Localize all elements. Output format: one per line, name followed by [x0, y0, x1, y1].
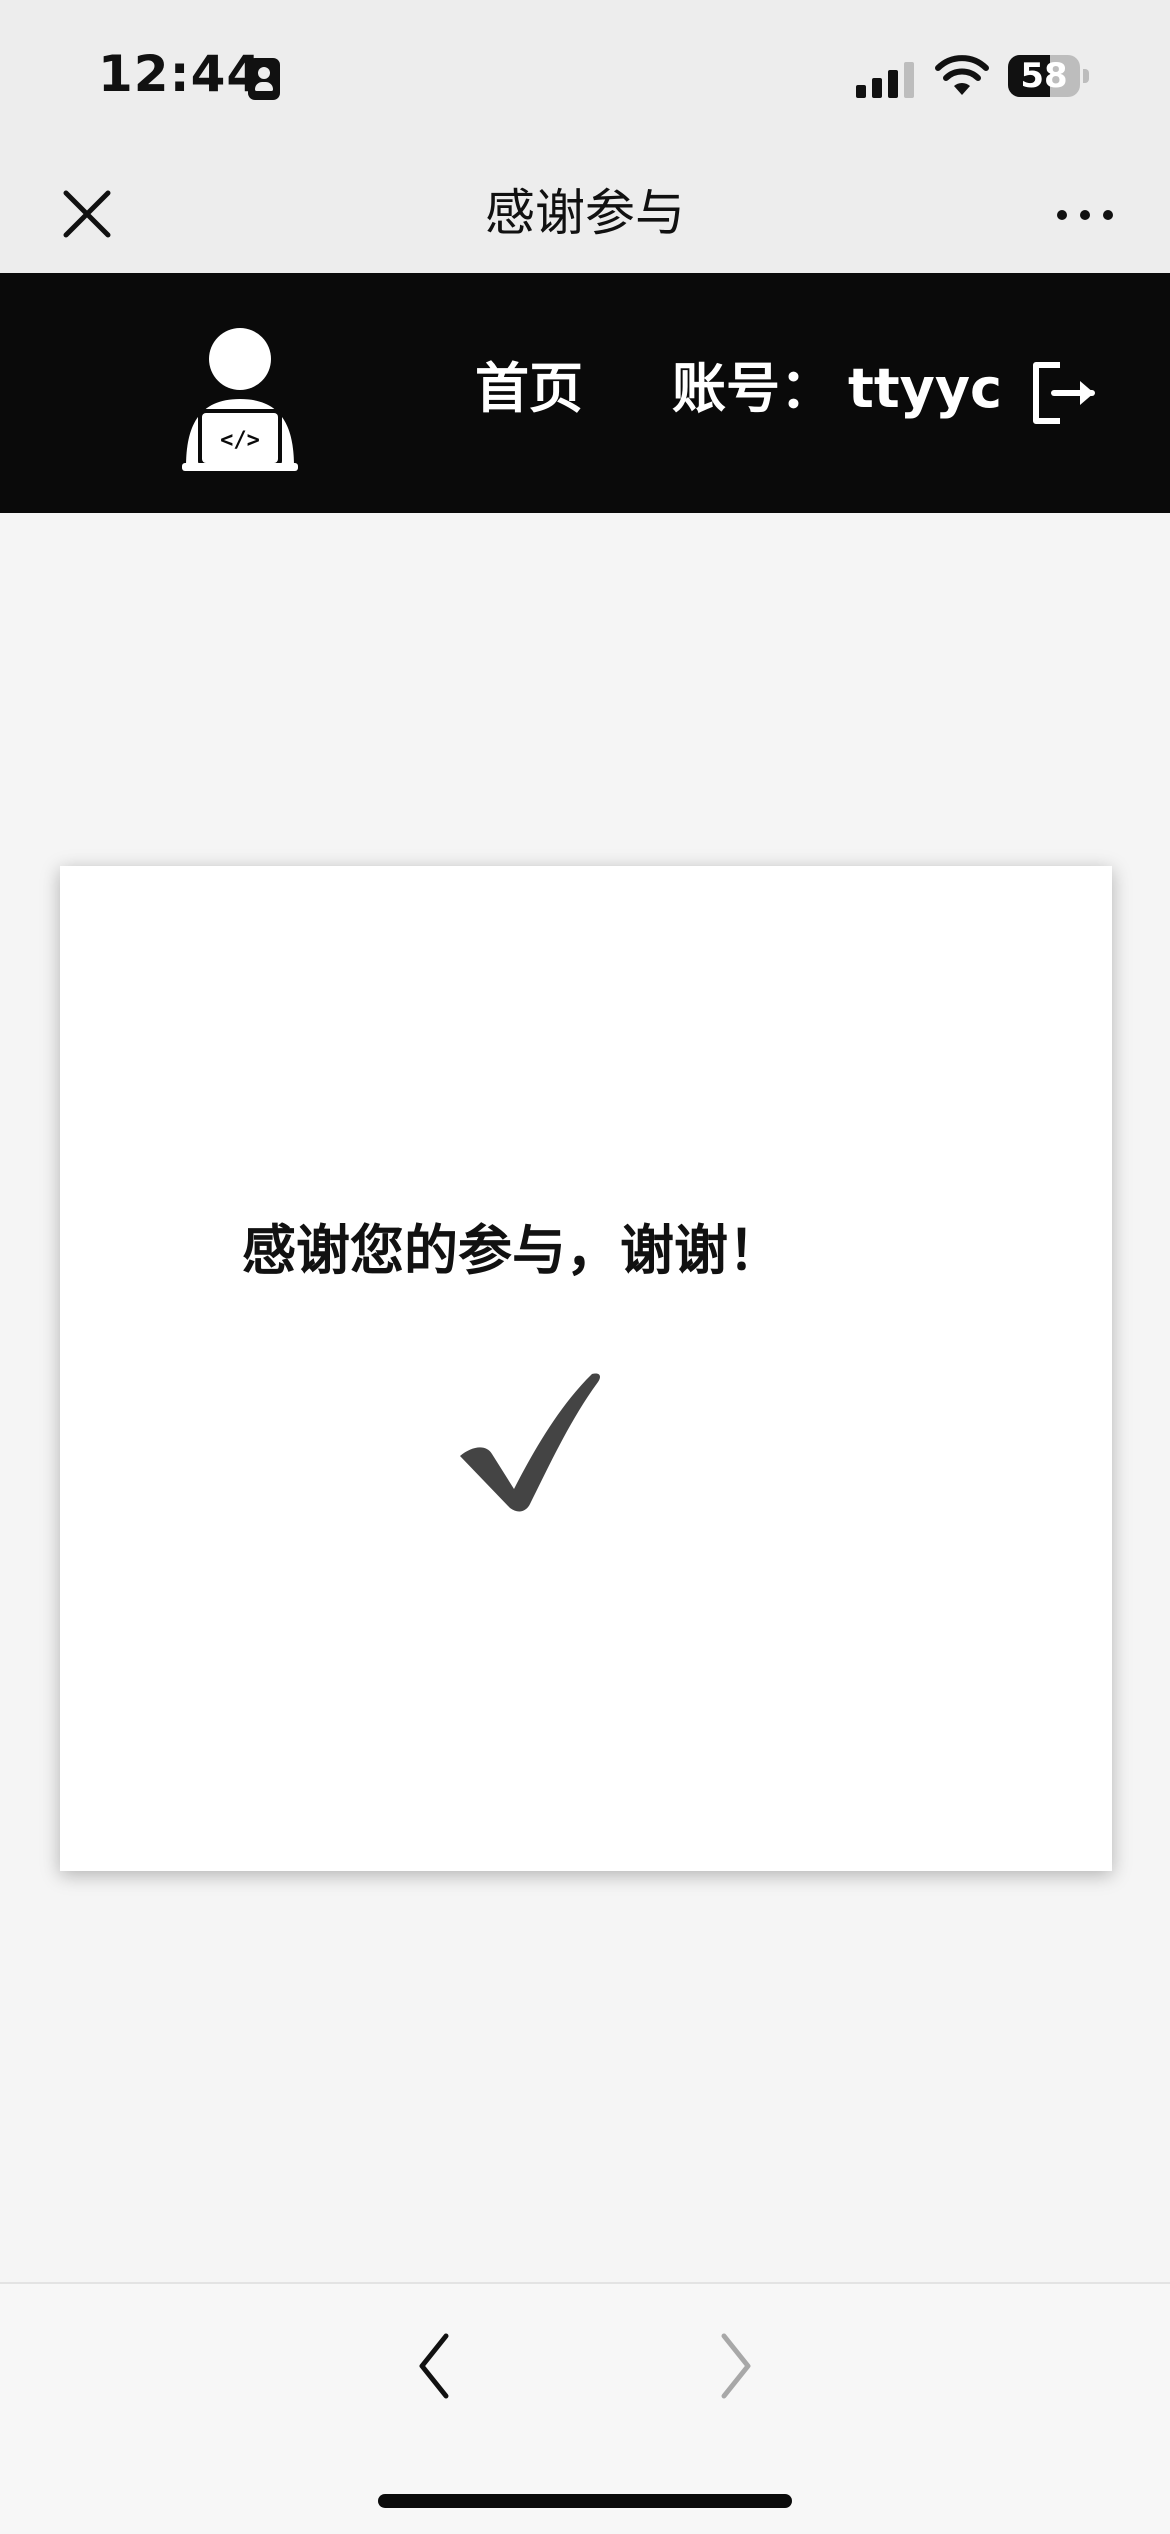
cellular-signal-icon — [856, 60, 916, 98]
thank-you-card: 感谢您的参与，谢谢！ — [60, 866, 1112, 1871]
account-label: 账号： — [672, 357, 834, 420]
developer-avatar-icon: </> — [182, 328, 298, 471]
chevron-left-icon[interactable] — [400, 2326, 470, 2406]
svg-text:</>: </> — [220, 428, 260, 453]
chevron-right-icon[interactable] — [700, 2326, 770, 2406]
account-name: ttyyc — [848, 357, 1003, 420]
home-indicator[interactable] — [378, 2494, 792, 2508]
battery-icon: 58 — [1008, 55, 1090, 97]
status-bar: 12:44 58 — [0, 0, 1170, 155]
site-header: </> 首页 账号： ttyyc — [0, 273, 1170, 513]
page-title: 感谢参与 — [485, 184, 685, 242]
contact-card-icon — [248, 58, 280, 100]
close-icon[interactable] — [52, 179, 122, 249]
browser-bottom-bar — [0, 2282, 1170, 2534]
more-dots-icon[interactable] — [1045, 185, 1125, 245]
wifi-icon — [935, 55, 989, 95]
webview-nav-bar: 感谢参与 — [0, 155, 1170, 273]
thank-you-message: 感谢您的参与，谢谢！ — [242, 1219, 782, 1282]
logout-icon[interactable] — [1030, 361, 1098, 425]
check-icon — [460, 1373, 600, 1512]
status-time: 12:44 — [98, 45, 263, 103]
battery-level: 58 — [1020, 56, 1068, 96]
main-content: 感谢您的参与，谢谢！ — [0, 513, 1170, 2282]
nav-home-link[interactable]: 首页 — [475, 353, 583, 425]
